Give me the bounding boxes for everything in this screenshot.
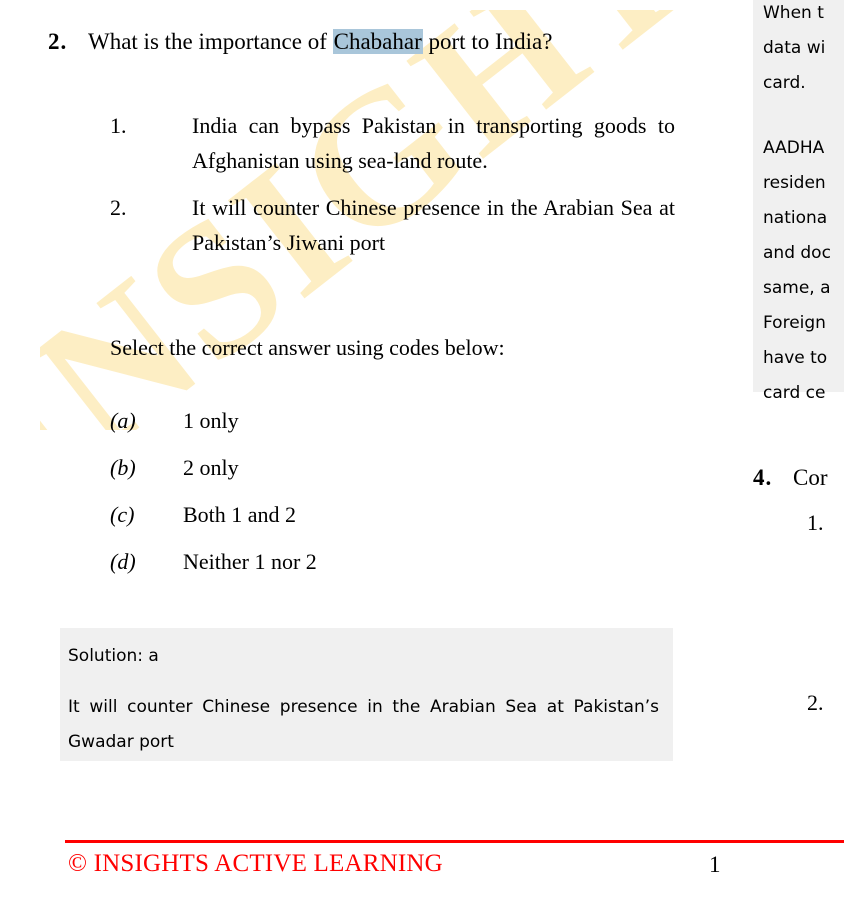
statement-item: 2. It will counter Chinese presence in t… (110, 190, 675, 260)
question-text-part-2: port to India? (422, 29, 553, 54)
right-box-line: Foreign (763, 313, 826, 333)
right-box-line: same, a (763, 278, 831, 298)
right-question-row: 4. Cor (753, 462, 844, 493)
solution-heading: Solution: a (68, 646, 159, 666)
highlighted-term: Chabahar (332, 29, 423, 54)
right-box-line: card. (763, 73, 806, 93)
option-item-b[interactable]: (b) 2 only (110, 455, 630, 502)
right-box-line: data wi (763, 38, 826, 58)
option-item-a[interactable]: (a) 1 only (110, 408, 630, 455)
right-box-line: AADHA (763, 138, 825, 158)
question-heading-row: 2. What is the importance of Chabahar po… (48, 26, 678, 57)
question-block: 2. What is the importance of Chabahar po… (48, 26, 678, 57)
right-question-number: 4. (753, 465, 773, 490)
statement-text: India can bypass Pakistan in transportin… (192, 113, 675, 173)
option-list: (a) 1 only (b) 2 only (c) Both 1 and 2 (… (110, 408, 630, 596)
right-box-line: have to (763, 348, 828, 368)
right-box-line: residen (763, 173, 826, 193)
option-label: Both 1 and 2 (183, 502, 297, 527)
option-label: Neither 1 nor 2 (183, 549, 317, 574)
right-column: When t data wi card. AADHA residen natio… (745, 0, 844, 820)
option-key: (c) (110, 502, 135, 527)
statement-item: 1. India can bypass Pakistan in transpor… (110, 108, 675, 178)
right-box-line: nationa (763, 208, 828, 228)
right-question-text: Cor (793, 465, 828, 490)
right-box-line: When t (763, 3, 824, 23)
right-solution-box: When t data wi card. AADHA residen natio… (753, 0, 844, 403)
option-label: 2 only (183, 455, 239, 480)
footer-brand: © INSIGHTS ACTIVE LEARNING (68, 850, 443, 877)
statement-number: 1. (110, 113, 127, 138)
option-item-d[interactable]: (d) Neither 1 nor 2 (110, 549, 630, 596)
question-number: 2. (48, 29, 68, 54)
right-sub-item-1: 1. (807, 510, 824, 535)
solution-box: Solution: a It will counter Chinese pres… (60, 628, 673, 761)
question-text: What is the importance of Chabahar port … (88, 26, 678, 57)
right-box-line: card ce (763, 383, 826, 403)
select-instruction: Select the correct answer using codes be… (110, 335, 505, 360)
footer-divider (65, 840, 844, 843)
right-box-line: and doc (763, 243, 831, 263)
right-box-spacer (763, 101, 844, 131)
option-key: (d) (110, 549, 136, 574)
option-key: (a) (110, 408, 136, 433)
option-item-c[interactable]: (c) Both 1 and 2 (110, 502, 630, 549)
right-question-block: 4. Cor (753, 462, 844, 493)
question-text-part-1: What is the importance of (88, 29, 333, 54)
right-sub-item-2: 2. (807, 690, 824, 715)
option-label: 1 only (183, 408, 239, 433)
statement-number: 2. (110, 195, 127, 220)
footer-page-number: 1 (709, 852, 721, 877)
page-content: 2. What is the importance of Chabahar po… (0, 0, 844, 912)
statement-list: 1. India can bypass Pakistan in transpor… (110, 108, 675, 272)
left-column: 2. What is the importance of Chabahar po… (0, 0, 700, 820)
statement-text: It will counter Chinese presence in the … (192, 195, 675, 255)
option-key: (b) (110, 455, 136, 480)
solution-body: It will counter Chinese presence in the … (68, 697, 659, 752)
